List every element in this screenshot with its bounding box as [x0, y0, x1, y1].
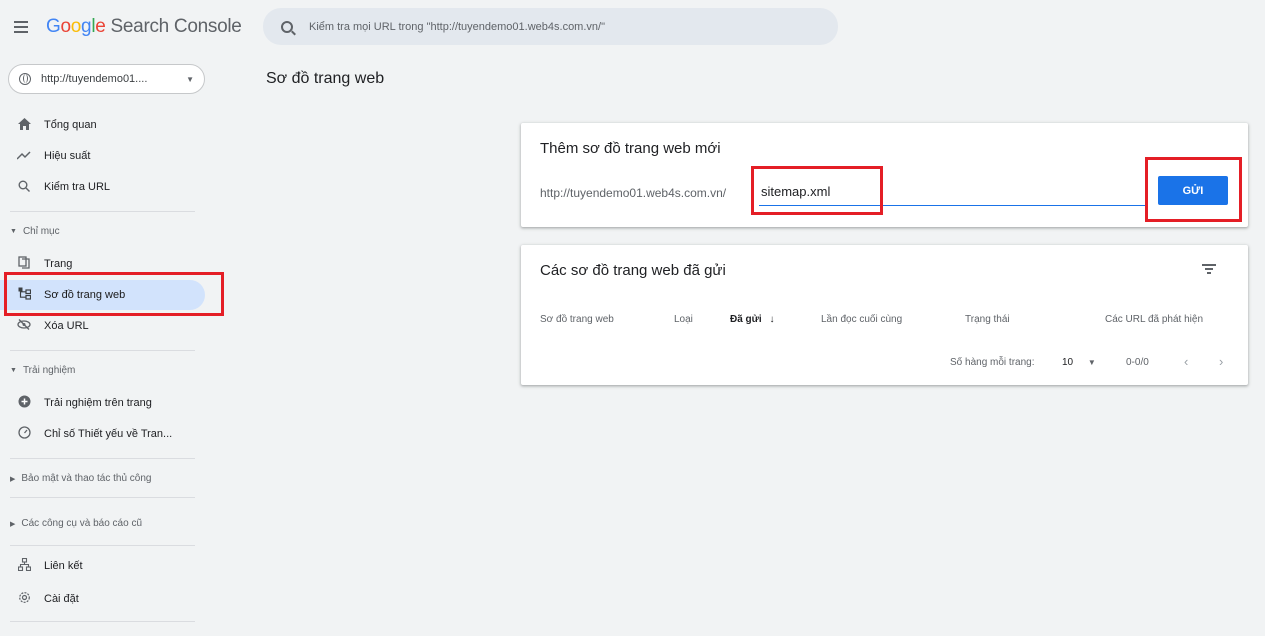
section-experience-toggle[interactable]: ▼ Trải nghiệm [10, 365, 75, 376]
caret-right-icon: ▶ [10, 520, 16, 528]
rows-per-page-value: 10 [1062, 357, 1074, 368]
caret-down-icon: ▼ [10, 228, 17, 235]
links-icon [16, 557, 32, 574]
section-label: Các công cụ và báo cáo cũ [21, 518, 143, 529]
section-index-toggle[interactable]: ▼ Chỉ mục [10, 226, 60, 237]
sitemap-url-input[interactable] [759, 178, 1147, 206]
sidebar-divider [10, 350, 195, 351]
sidebar-item-page-experience[interactable]: Trải nghiệm trên trang [0, 388, 205, 418]
home-icon [16, 117, 32, 133]
submitted-sitemaps-card: Các sơ đồ trang web đã gửi Sơ đồ trang w… [521, 245, 1248, 385]
sidebar-item-label: Chỉ số Thiết yếu về Tran... [44, 428, 173, 440]
column-header-type[interactable]: Loại [674, 314, 693, 325]
sort-arrow-down-icon: ↓ [769, 314, 775, 325]
brand: Google Search Console [14, 14, 242, 40]
sidebar-item-label: Trải nghiệm trên trang [44, 397, 152, 409]
column-header-last-read[interactable]: Lần đọc cuối cùng [821, 314, 902, 325]
column-header-sitemap[interactable]: Sơ đồ trang web [540, 314, 614, 325]
section-security-toggle[interactable]: ▶ Bảo mật và thao tác thủ công [10, 473, 151, 484]
trending-up-icon [16, 149, 32, 163]
column-header-label: Đã gửi [730, 314, 762, 325]
sidebar-item-label: Hiệu suất [44, 150, 91, 162]
sidebar-divider [10, 545, 195, 546]
sidebar-item-label: Sơ đồ trang web [44, 289, 126, 301]
sitemap-url-prefix: http://tuyendemo01.web4s.com.vn/ [540, 186, 727, 200]
caret-down-icon: ▼ [10, 367, 17, 374]
column-header-submitted[interactable]: Đã gửi ↓ [730, 314, 774, 325]
search-icon [16, 180, 32, 195]
sidebar-item-label: Kiểm tra URL [44, 181, 111, 193]
pages-icon [16, 256, 32, 272]
page-title: Sơ đồ trang web [266, 70, 385, 87]
next-page-icon[interactable]: › [1219, 354, 1223, 369]
sidebar-item-label: Liên kết [44, 560, 83, 572]
sidebar-divider [10, 497, 195, 498]
sidebar-item-removals[interactable]: Xóa URL [0, 311, 205, 341]
sidebar-item-label: Tổng quan [44, 119, 97, 131]
gear-icon [16, 591, 32, 607]
section-legacy-toggle[interactable]: ▶ Các công cụ và báo cáo cũ [10, 518, 142, 529]
chevron-down-icon: ▼ [1087, 358, 1096, 367]
pagination-range: 0-0/0 [1126, 357, 1149, 368]
sidebar-item-links[interactable]: Liên kết [0, 551, 205, 581]
sidebar-item-url-inspection[interactable]: Kiểm tra URL [0, 172, 205, 202]
column-header-discovered-urls[interactable]: Các URL đã phát hiện [1105, 314, 1203, 325]
section-label: Trải nghiệm [22, 365, 76, 376]
property-selector[interactable]: http://tuyendemo01.... ▼ [8, 64, 205, 94]
property-url: http://tuyendemo01.... [41, 73, 148, 85]
sidebar-item-settings[interactable]: Cài đặt [0, 584, 205, 614]
filter-icon[interactable] [1202, 262, 1216, 274]
rows-per-page-label: Số hàng mỗi trang: [950, 357, 1035, 368]
column-header-status[interactable]: Trạng thái [965, 314, 1010, 325]
hamburger-menu-icon[interactable] [14, 20, 32, 34]
sidebar-item-label: Trang [44, 258, 73, 270]
sidebar-item-sitemaps[interactable]: Sơ đồ trang web [0, 280, 205, 310]
section-label: Bảo mật và thao tác thủ công [21, 473, 152, 484]
eye-off-icon [16, 319, 32, 333]
sidebar-item-core-web-vitals[interactable]: Chỉ số Thiết yếu về Tran... [0, 419, 205, 449]
submit-sitemap-button[interactable]: GỬI [1158, 176, 1228, 205]
sidebar-item-label: Xóa URL [44, 320, 89, 332]
sidebar-divider [10, 621, 195, 622]
sidebar-item-performance[interactable]: Hiệu suất [0, 141, 205, 171]
rows-per-page-select[interactable]: 10 ▼ [1062, 357, 1096, 368]
sidebar: Google Search Console http://tuyendemo01.… [0, 0, 242, 636]
plus-circle-icon [16, 395, 32, 411]
search-placeholder: Kiểm tra mọi URL trong "http://tuyendemo… [309, 20, 605, 33]
sidebar-item-label: Cài đặt [44, 593, 79, 605]
add-sitemap-card: Thêm sơ đồ trang web mới http://tuyendem… [521, 123, 1248, 227]
caret-right-icon: ▶ [10, 475, 16, 483]
url-inspect-search-bar[interactable]: Kiểm tra mọi URL trong "http://tuyendemo… [263, 8, 838, 45]
section-label: Chỉ mục [22, 226, 60, 237]
sidebar-item-pages[interactable]: Trang [0, 249, 205, 279]
sidebar-divider [10, 458, 195, 459]
globe-icon [19, 73, 31, 85]
chevron-down-icon: ▼ [186, 74, 194, 84]
search-icon [281, 20, 293, 33]
prev-page-icon[interactable]: ‹ [1184, 354, 1188, 369]
sidebar-divider [10, 211, 195, 212]
submitted-sitemaps-title: Các sơ đồ trang web đã gửi [540, 262, 726, 279]
sitemap-icon [16, 287, 32, 303]
search-console-logo[interactable]: Google Search Console [46, 16, 242, 38]
logo-product-name: Search Console [110, 16, 242, 37]
sidebar-item-overview[interactable]: Tổng quan [0, 110, 205, 140]
gauge-icon [16, 426, 32, 442]
add-sitemap-title: Thêm sơ đồ trang web mới [540, 140, 721, 157]
